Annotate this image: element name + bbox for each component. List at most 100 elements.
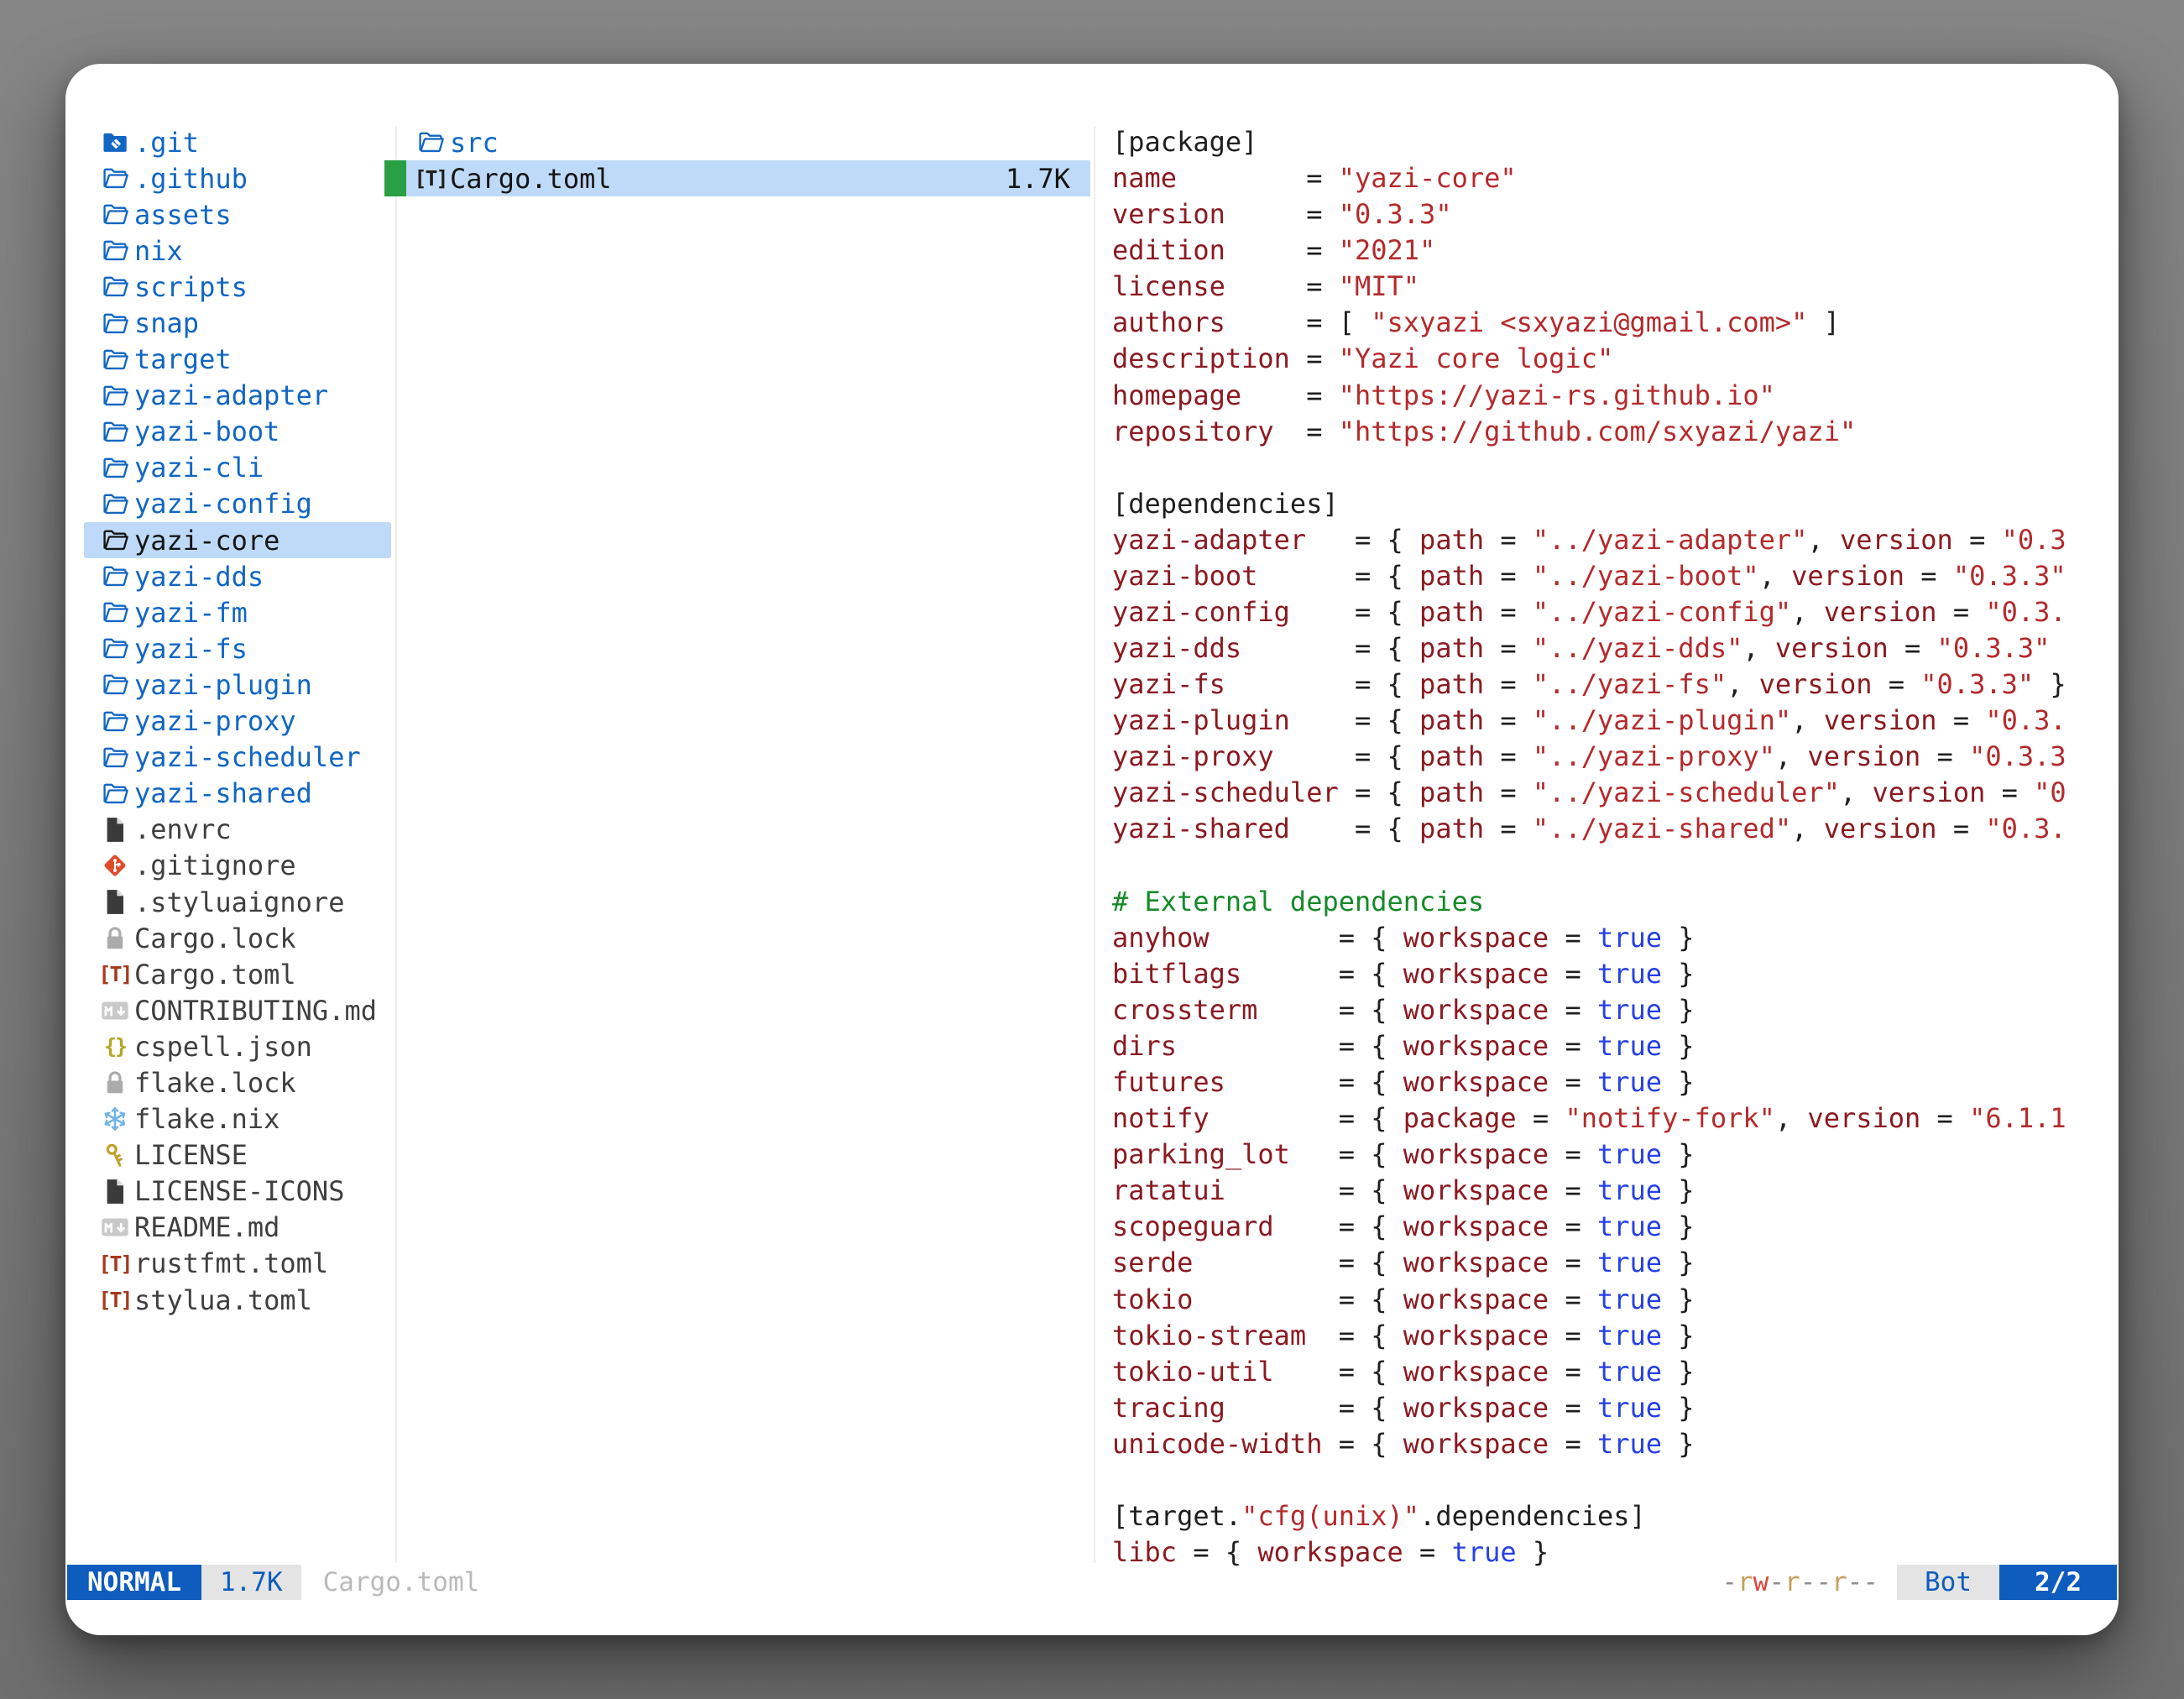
item-label: yazi-config (134, 488, 312, 520)
sidebar-item[interactable]: CONTRIBUTING.md (84, 992, 391, 1028)
item-label: yazi-proxy (134, 705, 296, 737)
sidebar-item[interactable]: Cargo.lock (84, 920, 391, 956)
folder-open-icon (99, 742, 131, 772)
sidebar-item[interactable]: .gitignore (84, 848, 391, 884)
sidebar-item[interactable]: yazi-shared (84, 776, 391, 812)
item-label: .styluaignore (134, 886, 344, 918)
sidebar-item[interactable]: [T] stylua.toml (84, 1282, 391, 1318)
code-line: tokio-stream = { workspace = true } (1112, 1318, 2116, 1354)
item-label: .git (134, 127, 199, 159)
item-label: yazi-fs (134, 633, 248, 665)
position-badge: Bot (1897, 1565, 1999, 1600)
sidebar-item[interactable]: scripts (84, 269, 391, 305)
sidebar-item[interactable]: LICENSE (84, 1137, 391, 1174)
code-line: ratatui = { workspace = true } (1112, 1173, 2116, 1209)
code-line: description = "Yazi core logic" (1112, 341, 2116, 377)
selection-marker (384, 160, 406, 196)
yazi-file-manager-window: .git .github assets nix scripts snap tar… (65, 64, 2119, 1635)
item-label: yazi-plugin (134, 669, 312, 701)
sidebar-item[interactable]: .github (84, 160, 391, 196)
item-label: rustfmt.toml (134, 1247, 328, 1279)
item-label: flake.lock (134, 1067, 296, 1099)
key-icon (99, 1140, 131, 1170)
pane-divider (1094, 126, 1095, 1563)
sidebar-item[interactable]: assets (84, 196, 391, 233)
status-bar: NORMAL 1.7K Cargo.toml -rw-r--r-- Bot 2/… (67, 1565, 2117, 1600)
counter-badge: 2/2 (1999, 1565, 2117, 1600)
code-line: tokio = { workspace = true } (1112, 1282, 2116, 1318)
folder-open-icon (99, 344, 131, 374)
folder-open-icon (99, 706, 131, 736)
folder-open-icon (99, 525, 131, 556)
code-line: scopeguard = { workspace = true } (1112, 1209, 2116, 1245)
code-line: name = "yazi-core" (1112, 160, 2116, 196)
sidebar-item[interactable]: yazi-core (84, 522, 391, 558)
sidebar-item[interactable]: .git (84, 124, 391, 160)
sidebar-item[interactable]: nix (84, 233, 391, 269)
sidebar-item[interactable]: flake.lock (84, 1064, 391, 1100)
item-label: cspell.json (134, 1031, 312, 1063)
sidebar-item[interactable]: LICENSE-ICONS (84, 1174, 391, 1210)
code-line: yazi-fs = { path = "../yazi-fs", version… (1112, 667, 2116, 703)
folder-open-icon (99, 200, 131, 230)
code-line: yazi-scheduler = { path = "../yazi-sched… (1112, 775, 2116, 811)
sidebar-item[interactable]: yazi-fs (84, 630, 391, 667)
code-line: serde = { workspace = true } (1112, 1245, 2116, 1281)
item-label: scripts (134, 271, 248, 303)
sidebar-item[interactable]: README.md (84, 1210, 391, 1246)
code-line: homepage = "https://yazi-rs.github.io" (1112, 378, 2116, 414)
sidebar-item[interactable]: yazi-dds (84, 558, 391, 594)
file-list-item[interactable]: src (384, 124, 1090, 160)
folder-open-icon (99, 416, 131, 447)
folder-open-icon (99, 236, 131, 266)
code-line (1112, 450, 2116, 486)
item-label: yazi-cli (134, 452, 264, 484)
folder-open-icon (99, 489, 131, 519)
item-label: .github (134, 163, 248, 195)
toml-icon: [T] (415, 164, 447, 194)
lock-icon (99, 923, 131, 954)
sidebar-item[interactable]: yazi-adapter (84, 378, 391, 414)
sidebar-item[interactable]: yazi-scheduler (84, 740, 391, 776)
sidebar-item[interactable]: yazi-proxy (84, 703, 391, 740)
code-line: yazi-shared = { path = "../yazi-shared",… (1112, 811, 2116, 847)
item-label: Cargo.lock (134, 923, 296, 954)
sidebar-item[interactable]: [T] rustfmt.toml (84, 1246, 391, 1282)
code-line: version = "0.3.3" (1112, 196, 2116, 233)
item-label: LICENSE (134, 1139, 248, 1171)
item-label: src (450, 127, 499, 159)
sidebar-item[interactable]: yazi-cli (84, 450, 391, 486)
sidebar-item[interactable]: yazi-config (84, 486, 391, 522)
folder-open-icon (99, 380, 131, 410)
preview-pane: [package]name = "yazi-core"version = "0.… (1112, 124, 2116, 1571)
code-line: [target."cfg(unix)".dependencies] (1112, 1498, 2116, 1534)
sidebar-item[interactable]: {} cspell.json (84, 1028, 391, 1064)
code-line: yazi-boot = { path = "../yazi-boot", ver… (1112, 558, 2116, 594)
sidebar-item[interactable]: snap (84, 305, 391, 341)
code-line: yazi-dds = { path = "../yazi-dds", versi… (1112, 630, 2116, 667)
code-line: notify = { package = "notify-fork", vers… (1112, 1100, 2116, 1137)
file-list-item[interactable]: [T] Cargo.toml 1.7K (384, 160, 1090, 196)
sidebar-item[interactable]: yazi-plugin (84, 667, 391, 703)
sidebar-item[interactable]: yazi-boot (84, 414, 391, 450)
sidebar-item[interactable]: flake.nix (84, 1101, 391, 1137)
item-label: yazi-shared (134, 777, 312, 809)
sidebar-item[interactable]: target (84, 342, 391, 378)
item-label: snap (134, 307, 199, 339)
code-line: crossterm = { workspace = true } (1112, 992, 2116, 1028)
sidebar-item[interactable]: .envrc (84, 812, 391, 848)
item-label: yazi-fm (134, 597, 248, 629)
code-line: yazi-plugin = { path = "../yazi-plugin",… (1112, 703, 2116, 739)
markdown-icon (99, 996, 131, 1026)
code-line: yazi-adapter = { path = "../yazi-adapter… (1112, 522, 2116, 558)
permissions-text: -rw-r--r-- (1722, 1567, 1878, 1597)
folder-open-icon (99, 562, 131, 592)
sidebar-item[interactable]: .styluaignore (84, 884, 391, 920)
parent-pane: .git .github assets nix scripts snap tar… (84, 124, 391, 1318)
code-line: parking_lot = { workspace = true } (1112, 1137, 2116, 1173)
sidebar-item[interactable]: yazi-fm (84, 594, 391, 630)
file-size: 1.7K (1006, 163, 1070, 195)
folder-open-icon (99, 272, 131, 302)
sidebar-item[interactable]: [T] Cargo.toml (84, 956, 391, 992)
item-label: yazi-adapter (134, 379, 328, 411)
